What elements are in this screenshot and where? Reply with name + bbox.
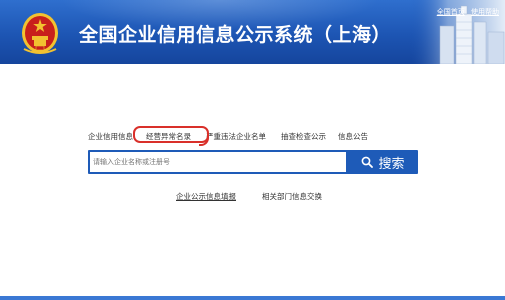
site-title: 全国企业信用信息公示系统（上海）	[79, 24, 392, 46]
national-emblem-icon[interactable]	[20, 9, 60, 55]
disclosure-filing-link[interactable]: 企业公示信息填报	[176, 191, 236, 202]
department-exchange-link[interactable]: 相关部门信息交换	[262, 191, 322, 202]
tab-enterprise-credit[interactable]: 企业信用信息	[88, 131, 133, 142]
top-links: 全国首页 使用帮助	[433, 7, 499, 17]
search-button-label: 搜索	[378, 156, 405, 172]
search-input[interactable]	[90, 152, 346, 172]
search-icon	[362, 156, 374, 168]
tab-serious-violations[interactable]: 严重违法企业名单	[206, 131, 266, 142]
tab-announcements[interactable]: 信息公告	[338, 131, 368, 142]
footer-line	[0, 296, 505, 300]
help-link[interactable]: 使用帮助	[471, 8, 499, 16]
home-link[interactable]: 全国首页	[437, 8, 465, 16]
site-header: 全国企业信用信息公示系统（上海） 全国首页 使用帮助	[0, 0, 505, 64]
search-button[interactable]: 搜索	[348, 150, 418, 174]
tab-spot-checks[interactable]: 抽查检查公示	[281, 131, 326, 142]
red-highlight-circle	[133, 126, 209, 143]
red-highlight-tail	[199, 136, 209, 146]
